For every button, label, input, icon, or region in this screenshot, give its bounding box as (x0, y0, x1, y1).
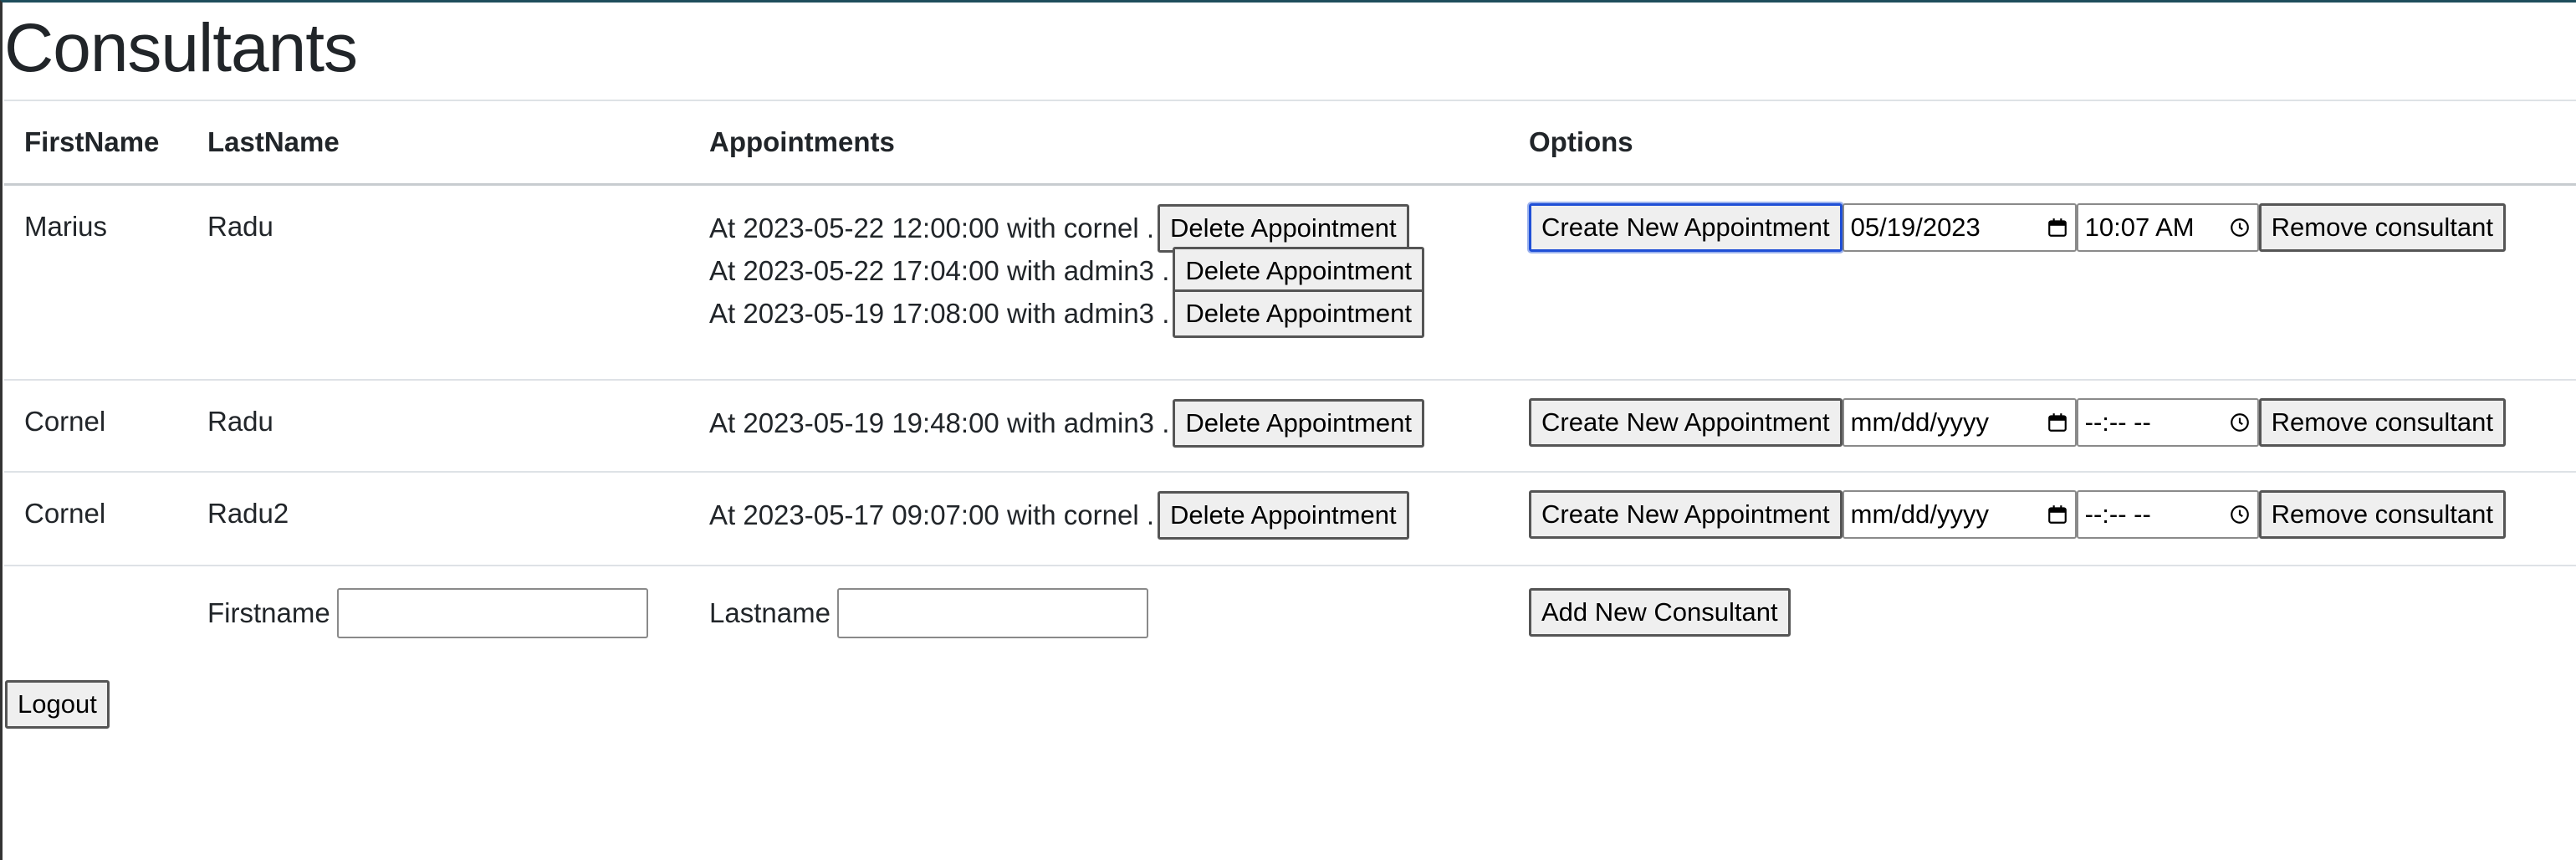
lastname-input[interactable] (836, 588, 1148, 638)
appointment-text: At 2023-05-22 17:04:00 with admin3 . (709, 254, 1170, 286)
firstname-input[interactable] (336, 588, 648, 638)
time-input[interactable]: --:-- -- (2076, 490, 2259, 539)
cell-appointments: At 2023-05-22 12:00:00 with cornel . Del… (689, 184, 1509, 380)
date-value: mm/dd/yyyy (1850, 499, 1989, 529)
clock-icon[interactable] (2229, 217, 2251, 238)
cell-options: Create New Appointment mm/dd/yyyy --:-- … (1509, 472, 2576, 566)
cell-first-name: Cornel (24, 406, 106, 437)
cell-last-name: Radu2 (207, 498, 289, 529)
calendar-icon[interactable] (2047, 504, 2068, 525)
page-frame: Consultants FirstName LastName Appointme… (0, 0, 2576, 860)
time-value: 10:07 AM (2084, 212, 2195, 242)
appointment-item: At 2023-05-17 09:07:00 with cornel . Del… (709, 490, 1489, 540)
create-appointment-button[interactable]: Create New Appointment (1529, 490, 1843, 539)
cell-first-name: Cornel (24, 498, 106, 529)
options-group: Create New Appointment mm/dd/yyyy --:-- … (1529, 398, 2558, 447)
lastname-group: Lastname (709, 588, 1148, 638)
clock-icon[interactable] (2229, 504, 2251, 525)
cell-last-name: Radu (207, 406, 273, 437)
header-firstname: FirstName (24, 125, 160, 157)
cell-first-name: Marius (24, 210, 108, 242)
time-value: --:-- -- (2084, 499, 2151, 529)
create-appointment-button[interactable]: Create New Appointment (1527, 201, 1844, 253)
time-input[interactable]: --:-- -- (2076, 398, 2259, 447)
firstname-label: Firstname (207, 597, 330, 628)
clock-icon[interactable] (2229, 412, 2251, 433)
calendar-icon[interactable] (2047, 217, 2068, 238)
appointment-text: At 2023-05-22 12:00:00 with cornel . (709, 212, 1155, 243)
firstname-group: Firstname (207, 588, 648, 638)
remove-consultant-button[interactable]: Remove consultant (2258, 398, 2507, 447)
page-title: Consultants (4, 10, 358, 86)
appointment-item: At 2023-05-19 19:48:00 with admin3 . Del… (709, 398, 1489, 448)
cell-options: Create New Appointment mm/dd/yyyy --:-- … (1509, 380, 2576, 472)
date-input[interactable]: mm/dd/yyyy (1842, 398, 2077, 447)
header-appointments: Appointments (709, 125, 895, 157)
calendar-icon[interactable] (2047, 412, 2068, 433)
table-row: Cornel Radu2 At 2023-05-17 09:07:00 with… (4, 472, 2576, 566)
date-input[interactable]: 05/19/2023 (1842, 202, 2077, 252)
appointment-text: At 2023-05-19 17:08:00 with admin3 . (709, 297, 1170, 329)
time-value: --:-- -- (2084, 407, 2151, 437)
table-row: Marius Radu At 2023-05-22 12:00:00 with … (4, 184, 2576, 380)
remove-consultant-button[interactable]: Remove consultant (2258, 490, 2507, 539)
cell-firstname-input: Firstname (187, 566, 689, 649)
cell-appointments: At 2023-05-17 09:07:00 with cornel . Del… (689, 472, 1509, 566)
add-consultant-button[interactable]: Add New Consultant (1529, 588, 1791, 637)
time-input[interactable]: 10:07 AM (2076, 202, 2259, 252)
appointment-text: At 2023-05-19 19:48:00 with admin3 . (709, 407, 1170, 438)
delete-appointment-button[interactable]: Delete Appointment (1158, 491, 1409, 540)
options-group: Create New Appointment mm/dd/yyyy --:-- … (1529, 490, 2558, 539)
appointment-item: At 2023-05-19 17:08:00 with admin3 . Del… (709, 289, 1489, 339)
add-consultant-row: Firstname Lastname Add New Consultant (4, 566, 2576, 649)
date-value: mm/dd/yyyy (1850, 407, 1989, 437)
header-options: Options (1529, 125, 1633, 157)
date-value: 05/19/2023 (1850, 212, 1981, 242)
cell-appointments: At 2023-05-19 19:48:00 with admin3 . Del… (689, 380, 1509, 472)
lastname-label: Lastname (709, 597, 831, 628)
create-appointment-button[interactable]: Create New Appointment (1529, 398, 1843, 447)
consultants-table: FirstName LastName Appointments Options … (4, 100, 2576, 649)
cell-options: Create New Appointment 05/19/2023 10:07 … (1509, 184, 2576, 380)
logout-button[interactable]: Logout (5, 680, 110, 729)
remove-consultant-button[interactable]: Remove consultant (2258, 202, 2507, 252)
table-row: Cornel Radu At 2023-05-19 19:48:00 with … (4, 380, 2576, 472)
cell-last-name: Radu (207, 210, 273, 242)
options-group: Create New Appointment 05/19/2023 10:07 … (1527, 201, 2558, 253)
cell-lastname-input: Lastname (689, 566, 1509, 649)
delete-appointment-button[interactable]: Delete Appointment (1173, 289, 1424, 338)
cell-empty (4, 566, 187, 649)
appointment-text: At 2023-05-17 09:07:00 with cornel . (709, 499, 1155, 530)
delete-appointment-button[interactable]: Delete Appointment (1173, 246, 1424, 295)
delete-appointment-button[interactable]: Delete Appointment (1173, 399, 1424, 448)
date-input[interactable]: mm/dd/yyyy (1842, 490, 2077, 539)
header-lastname: LastName (207, 125, 340, 157)
cell-add-button: Add New Consultant (1509, 566, 2576, 649)
table-header-row: FirstName LastName Appointments Options (4, 100, 2576, 184)
delete-appointment-button[interactable]: Delete Appointment (1158, 203, 1409, 253)
